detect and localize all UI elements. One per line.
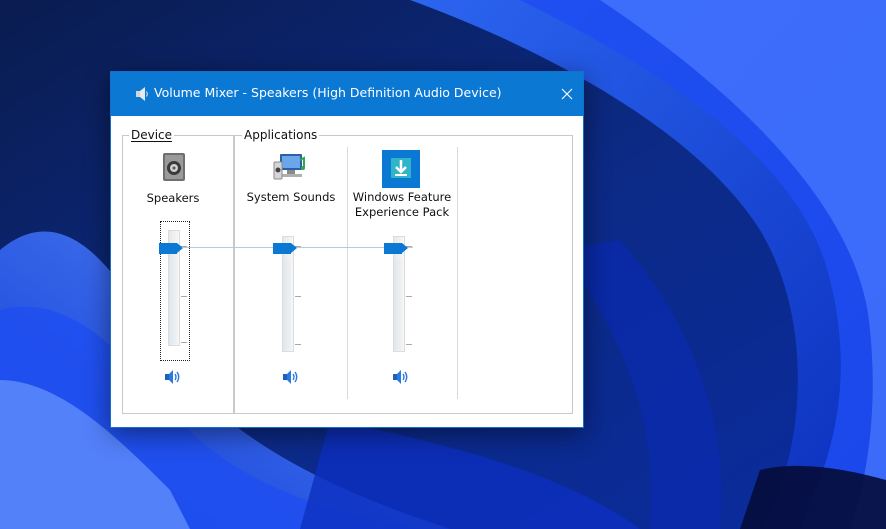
volume-thumb[interactable] (159, 243, 183, 254)
windows-feature-volume-slider[interactable] (382, 232, 416, 356)
channel-name-line-1: Windows Feature (352, 190, 452, 204)
volume-thumb[interactable] (273, 243, 297, 254)
mute-speaker-icon[interactable] (282, 369, 300, 385)
speaker-device-icon (163, 153, 185, 181)
mute-speaker-icon[interactable] (392, 369, 410, 385)
channel-windows-feature-experience-pack: Windows Feature Experience Pack (347, 116, 457, 416)
speakers-volume-slider[interactable] (157, 226, 191, 350)
column-divider (457, 147, 458, 399)
channel-speakers: Speakers (122, 116, 232, 416)
channel-name-speakers: Speakers (146, 191, 200, 205)
close-icon (561, 88, 573, 100)
system-sounds-icon (273, 154, 305, 180)
speaker-icon (136, 87, 148, 101)
volume-fill (394, 260, 402, 350)
download-app-icon (382, 150, 420, 188)
channel-name-line-2: Experience Pack (354, 205, 450, 219)
volume-fill (169, 248, 177, 344)
mixer-content: Device Applications Speakers System Soun… (111, 116, 583, 427)
channel-name-system-sounds: System Sounds (246, 190, 336, 204)
system-sounds-volume-slider[interactable] (271, 232, 305, 356)
close-button[interactable] (551, 72, 583, 116)
mute-speaker-icon[interactable] (164, 369, 182, 385)
title-bar[interactable]: Volume Mixer - Speakers (High Definition… (111, 72, 583, 116)
volume-fill (283, 260, 291, 350)
channel-system-sounds: System Sounds (236, 116, 346, 416)
window-title: Volume Mixer - Speakers (High Definition… (154, 85, 502, 100)
volume-thumb[interactable] (384, 243, 408, 254)
volume-mixer-window: Volume Mixer - Speakers (High Definition… (110, 71, 584, 428)
